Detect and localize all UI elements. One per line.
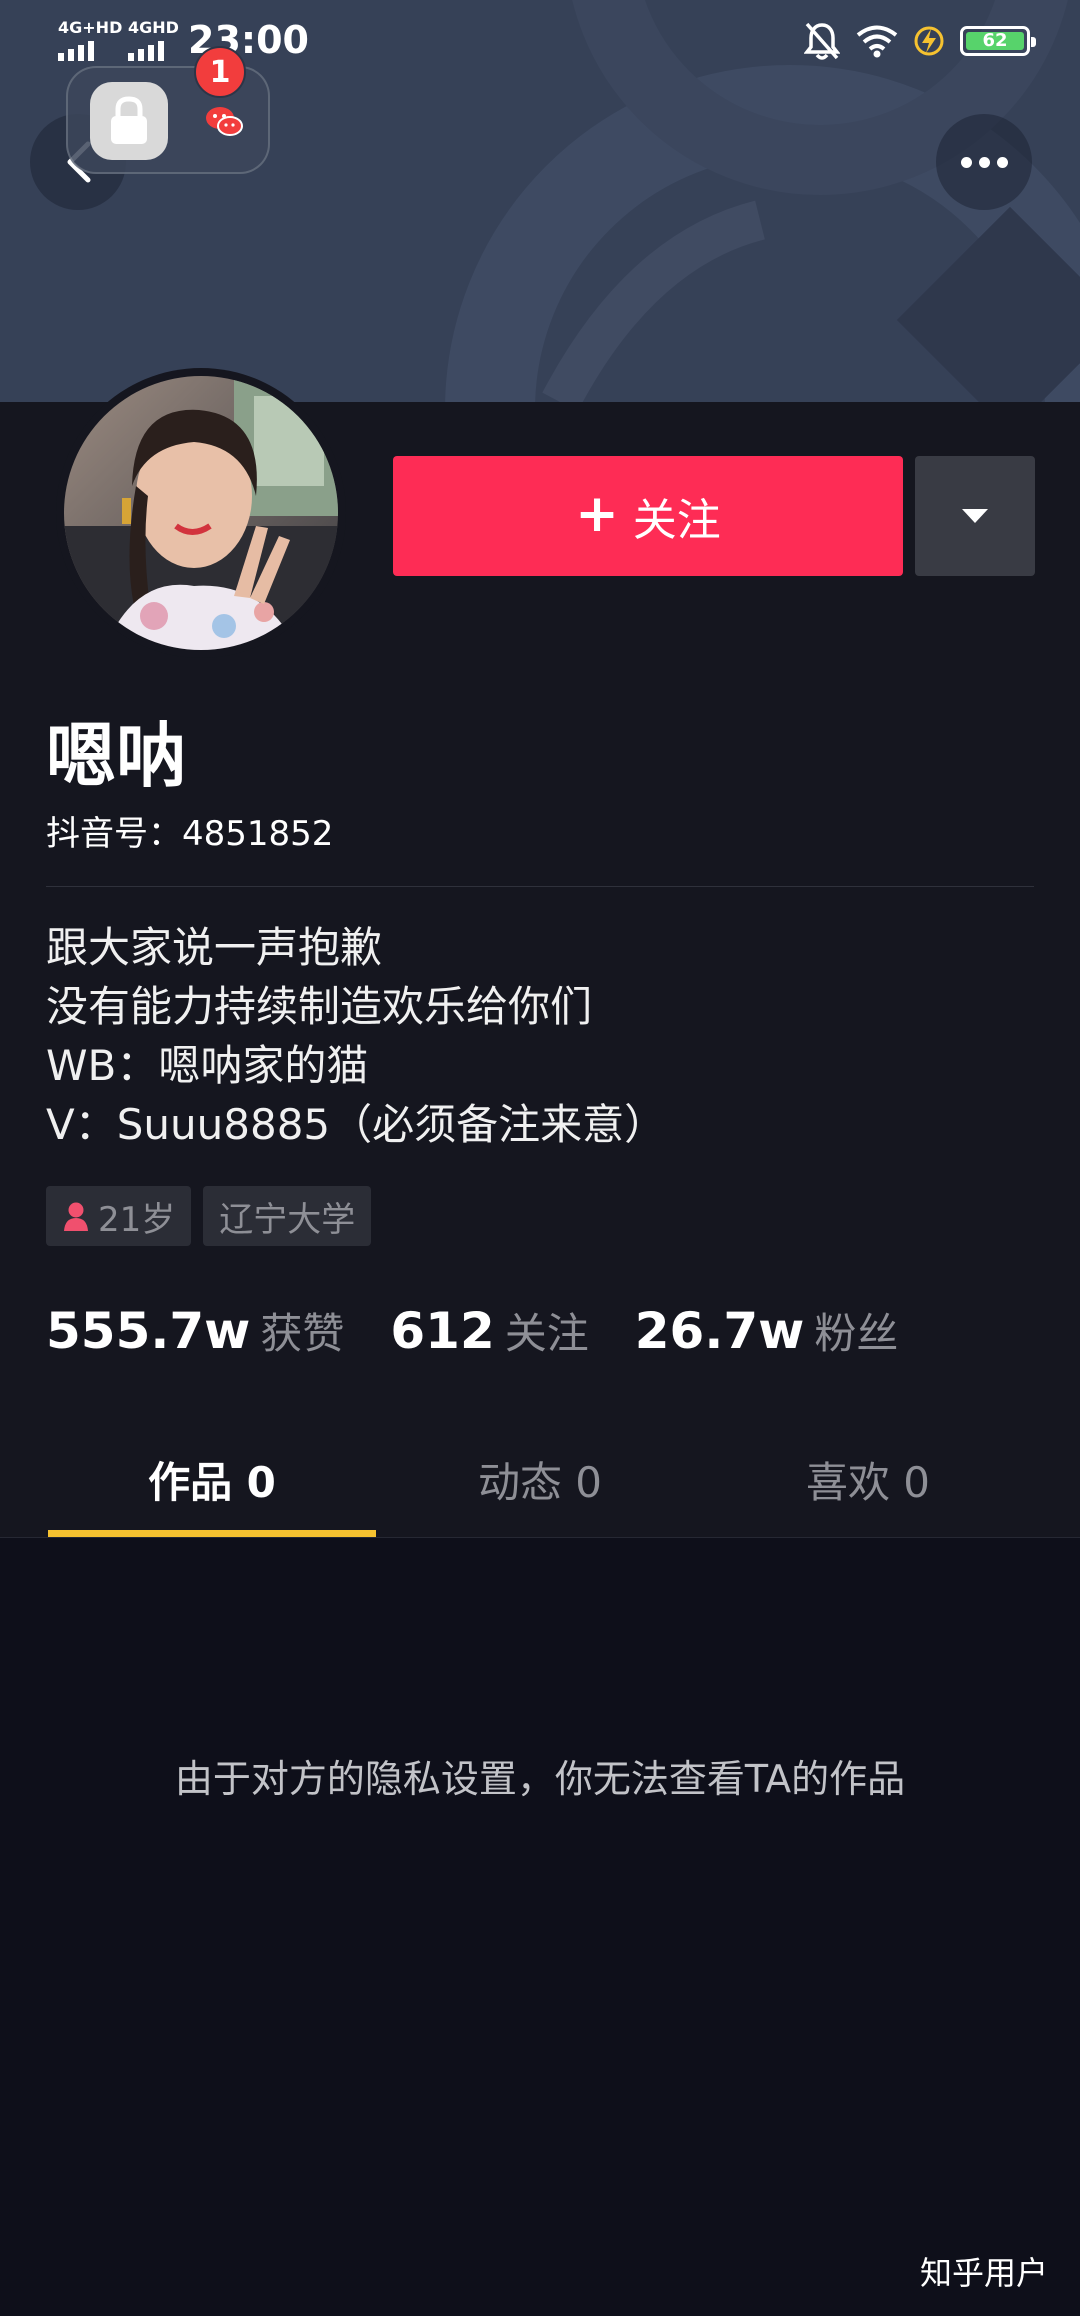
sim1-label: 4G+HD: [58, 18, 123, 37]
status-icons: 62: [804, 20, 1036, 62]
stat-likes-label: 获赞: [260, 1309, 345, 1358]
follow-button[interactable]: + 关注: [393, 456, 903, 576]
plus-icon: +: [575, 484, 619, 544]
privacy-message: 由于对方的隐私设置，你无法查看TA的作品: [174, 1757, 906, 1801]
stat-following-value: 612: [390, 1302, 495, 1360]
tab-likes[interactable]: 喜欢 0: [704, 1420, 1032, 1538]
battery-icon: 62: [960, 26, 1036, 56]
stat-likes: 555.7w 获赞: [46, 1300, 344, 1361]
stat-followers-label: 粉丝: [814, 1309, 899, 1358]
tab-moments[interactable]: 动态 0: [376, 1420, 704, 1538]
wifi-icon: [856, 25, 898, 58]
bell-off-icon: [804, 22, 840, 60]
bio-line: 跟大家说一声抱歉: [46, 923, 383, 972]
signal-bars-icon: [128, 41, 164, 61]
content-area: [0, 1538, 1080, 2316]
stat-followers-value: 26.7w: [634, 1302, 805, 1360]
battery-level: 62: [966, 32, 1024, 50]
caret-down-icon: [962, 509, 988, 523]
follow-label: 关注: [632, 495, 721, 546]
tag-school[interactable]: 辽宁大学: [203, 1186, 372, 1246]
douyin-id[interactable]: 抖音号：4851852: [46, 806, 333, 855]
tab-works[interactable]: 作品 0: [48, 1420, 376, 1538]
tag-age: 21岁: [46, 1186, 192, 1246]
follow-options-button[interactable]: [915, 456, 1035, 576]
stat-following[interactable]: 612 关注: [390, 1300, 588, 1361]
more-dots-icon: [960, 156, 1008, 168]
female-icon: [64, 1202, 88, 1231]
profile-tabs: 作品 0 动态 0 喜欢 0: [0, 1420, 1080, 1538]
tag-age-label: 21岁: [98, 1199, 176, 1240]
bio-line: 没有能力持续制造欢乐给你们: [46, 982, 593, 1031]
signal-sim1: 4G+HD: [58, 18, 122, 61]
avatar[interactable]: [56, 368, 346, 658]
tag-school-label: 辽宁大学: [219, 1199, 356, 1240]
profile-page: 4G+HD 4GHD 23:00 62 1 + 关注 嗯呐 抖音号：485185…: [0, 0, 1080, 2316]
charging-icon: [914, 26, 944, 56]
profile-name: 嗯呐: [46, 715, 186, 797]
profile-stats: 555.7w 获赞 612 关注 26.7w 粉丝: [46, 1300, 944, 1361]
signal-sim2: 4GHD: [128, 18, 179, 61]
notification-badge: 1: [194, 46, 246, 98]
profile-tags: 21岁 辽宁大学: [46, 1186, 372, 1246]
signal-bars-icon: [58, 41, 94, 61]
watermark: 知乎用户: [919, 2254, 1048, 2292]
sim2-label: 4GHD: [128, 18, 179, 37]
stat-likes-value: 555.7w: [46, 1302, 251, 1360]
bio-line: WB：嗯呐家的猫: [46, 1041, 369, 1090]
divider: [46, 886, 1034, 887]
avatar-photo: [64, 376, 338, 650]
more-button[interactable]: [936, 114, 1032, 210]
wechat-icon[interactable]: [204, 102, 244, 142]
bio-line: V：Suuu8885（必须备注来意）: [46, 1100, 667, 1149]
stat-followers[interactable]: 26.7w 粉丝: [635, 1300, 899, 1361]
tab-active-indicator: [48, 1530, 376, 1537]
lock-icon[interactable]: [90, 82, 168, 160]
profile-bio: 跟大家说一声抱歉 没有能力持续制造欢乐给你们 WB：嗯呐家的猫 V：Suuu88…: [46, 918, 666, 1154]
stat-following-label: 关注: [504, 1309, 589, 1358]
